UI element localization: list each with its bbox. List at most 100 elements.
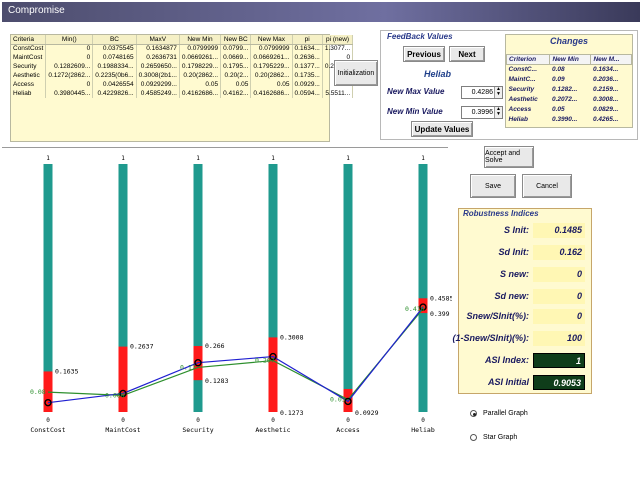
changes-column-header[interactable]: Criterion — [505, 54, 551, 65]
criteria-column-header[interactable]: Min() — [45, 35, 94, 45]
criteria-cell: 0.05 — [220, 80, 252, 89]
changes-row: MaintC... 0.09 0.2036... — [507, 75, 632, 85]
point-value-label: 0.066 — [105, 391, 125, 399]
range-high-label: 0.2637 — [130, 343, 154, 351]
update-values-button[interactable]: Update Values — [411, 121, 473, 137]
criteria-cell: 0 — [45, 44, 94, 53]
axis-min-label: 0 — [46, 417, 50, 424]
criteria-cell: 0.0426554 — [92, 80, 137, 89]
criteria-row[interactable]: ConstCost 0 0.0375545 0.1634877 0.0799999 0.0… — [11, 44, 354, 53]
criteria-cell: 0.4585249... — [136, 89, 180, 98]
criteria-column-header[interactable]: Criteria — [11, 35, 47, 45]
initialization-button[interactable]: Initialization — [334, 60, 378, 86]
criteria-cell: 0.0669... — [220, 53, 252, 62]
changes-row: Aesthetic 0.2072... 0.3008... — [507, 95, 632, 105]
changes-cell: MaintC... — [508, 76, 536, 83]
changes-cell: 0.2159... — [592, 86, 619, 93]
robustness-title: Robustness Indices — [463, 209, 539, 218]
axis-max-label: 1 — [46, 155, 50, 162]
axis-min-label: 0 — [121, 417, 125, 424]
criteria-column-header[interactable]: BC — [92, 35, 137, 45]
next-button[interactable]: Next — [449, 46, 485, 62]
criteria-cell: 0.2659650... — [136, 62, 180, 71]
criteria-cell: ConstCost — [11, 44, 47, 53]
criteria-row[interactable]: Access 0 0.0426554 0.0929299... 0.05 0.05 0.05… — [11, 80, 354, 89]
axis-max-label: 1 — [271, 155, 275, 162]
point-value-label: 0.17 — [180, 363, 196, 371]
criteria-column-header[interactable]: New Min — [179, 35, 222, 45]
accept-and-solve-button[interactable]: Accept and Solve — [484, 146, 534, 168]
criteria-column-header[interactable]: New BC — [220, 35, 252, 45]
previous-button[interactable]: Previous — [403, 46, 445, 62]
criteria-cell: 0.20(2862... — [250, 71, 293, 80]
changes-cell: Access — [508, 106, 532, 113]
axis-category-label: MaintCost — [105, 426, 140, 434]
robustness-label: ASI Initial — [487, 377, 529, 387]
changes-cell: 0.3008... — [592, 96, 619, 103]
graph-separator — [2, 147, 448, 148]
criteria-cell: 0.0669261... — [179, 53, 222, 62]
changes-cell: 0.1282... — [551, 86, 578, 93]
new-max-label: New Max Value — [387, 87, 445, 96]
new-min-input[interactable]: 0.3996 ▲ ▼ — [461, 106, 503, 119]
changes-cell: 0.2036... — [592, 76, 619, 83]
axis-max-label: 1 — [121, 155, 125, 162]
criteria-row[interactable]: Heliab 0.3980445... 0.4229826... 0.4585249.… — [11, 89, 354, 98]
criteria-cell: 0.20(2... — [220, 71, 252, 80]
range-bar — [118, 346, 128, 412]
criteria-row[interactable]: Aesthetic 0.1272(2862... 0.2235(0b6... 0.30… — [11, 71, 354, 80]
criteria-table-body: ConstCost 0 0.0375545 0.1634877 0.0799999 0.0… — [11, 44, 354, 98]
new-max-input[interactable]: 0.4286 ▲ ▼ — [461, 86, 503, 99]
robustness-value: 0 — [533, 267, 585, 282]
robustness-row: Snew/SInit(%): 0 — [463, 309, 587, 324]
criteria-table-header: Criteria Min() BC MaxV New Min New BC New Max p… — [11, 35, 354, 45]
robustness-row: ASI Initial 0.9053 — [463, 375, 587, 390]
changes-cell: Security — [508, 86, 535, 93]
criteria-column-header[interactable]: pi — [292, 35, 323, 45]
robustness-value: 0 — [533, 289, 585, 304]
criteria-row[interactable]: Security 0.1282609... 0.1988334... 0.265965… — [11, 62, 354, 71]
spinner-arrows-icon[interactable]: ▲ ▼ — [494, 107, 502, 118]
radio-indicator[interactable] — [470, 434, 477, 441]
changes-cell: Aesthetic — [508, 96, 538, 103]
criteria-cell: 0.1282609... — [45, 62, 94, 71]
changes-cell: 0.09 — [551, 76, 565, 83]
new-min-label: New Min Value — [387, 107, 443, 116]
changes-column-header[interactable]: New M... — [590, 54, 632, 65]
radio-star-graph[interactable]: Star Graph — [470, 434, 517, 441]
changes-row: ConstC... 0.08 0.1634... — [507, 65, 632, 75]
criteria-cell: Aesthetic — [11, 71, 47, 80]
criteria-cell: 0.4162... — [220, 89, 252, 98]
new-min-value: 0.3996 — [471, 109, 493, 116]
axis-category-label: Aesthetic — [255, 426, 290, 434]
robustness-row: Sd new: 0 — [463, 289, 587, 304]
robustness-row: Sd Init: 0.162 — [463, 245, 587, 260]
changes-column-header[interactable]: New Min — [549, 54, 592, 65]
feedback-title: FeedBack Values — [387, 32, 453, 41]
robustness-label: (1-Snew/SInit)(%): — [452, 333, 530, 343]
criteria-column-header[interactable]: MaxV — [136, 35, 180, 45]
range-low-label: 0.0929 — [355, 409, 379, 417]
changes-cell: 0.1634... — [592, 66, 619, 74]
spinner-arrows-icon[interactable]: ▲ ▼ — [494, 87, 502, 98]
save-button[interactable]: Save — [470, 174, 516, 198]
range-low-label: 0.1283 — [205, 377, 229, 385]
criteria-cell: 0.0929... — [292, 80, 323, 89]
robustness-label: Snew/SInit(%): — [466, 311, 530, 321]
radio-indicator[interactable] — [470, 410, 477, 417]
criteria-cell: 0.1795229... — [250, 62, 293, 71]
criteria-cell: 0.0748165 — [92, 53, 137, 62]
criteria-cell: MaintCost — [11, 53, 47, 62]
criteria-cell: 0.3008(2b1... — [136, 71, 180, 80]
series-line — [47, 308, 424, 401]
cancel-button[interactable]: Cancel — [522, 174, 572, 198]
criteria-column-header[interactable]: pi (new) — [322, 35, 354, 45]
criteria-row[interactable]: MaintCost 0 0.0748165 0.2636731 0.0669261...… — [11, 53, 354, 62]
criteria-cell: 0.4229826... — [92, 89, 137, 98]
radio-parallel-graph[interactable]: Parallel Graph — [470, 410, 528, 417]
robustness-value: 0.162 — [533, 245, 585, 260]
axis-max-label: 1 — [421, 155, 425, 162]
robustness-label: S Init: — [504, 225, 529, 235]
robustness-value: 1 — [533, 353, 585, 368]
criteria-column-header[interactable]: New Max — [250, 35, 293, 45]
